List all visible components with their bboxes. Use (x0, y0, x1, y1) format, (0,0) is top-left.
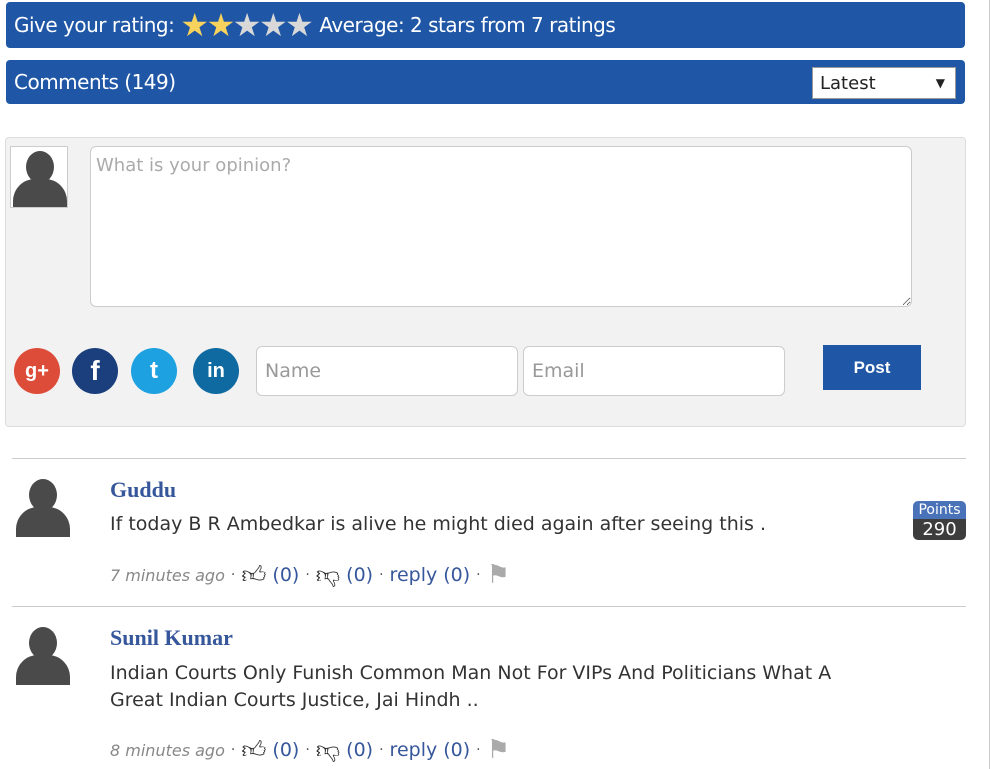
dislike-count[interactable]: (0) (346, 564, 373, 586)
points-badge: Points 290 (913, 501, 966, 540)
star-icon-5[interactable]: ★ (285, 9, 314, 41)
name-input[interactable] (256, 346, 518, 396)
like-count[interactable]: (0) (272, 564, 299, 586)
sort-selected-value: Latest (820, 72, 876, 94)
avatar (14, 475, 72, 537)
points-value: 290 (913, 519, 966, 540)
star-icon-1[interactable]: ★ (180, 9, 209, 41)
avatar (14, 623, 72, 685)
comment-time: 7 minutes ago (110, 565, 225, 585)
avatar (10, 146, 68, 208)
thumbs-up-icon[interactable]: 👍︎ (241, 736, 266, 765)
comment-item: Guddu If today B R Ambedkar is alive he … (12, 458, 966, 606)
comment-text: Indian Courts Only Funish Common Man Not… (110, 662, 832, 711)
thumbs-down-icon[interactable]: 👎︎ (316, 736, 340, 765)
flag-icon[interactable]: ⚑ (487, 735, 510, 765)
comments-title: Comments (149) (14, 70, 176, 94)
thumbs-up-icon[interactable]: 👍︎ (241, 561, 266, 590)
email-input[interactable] (523, 346, 785, 396)
comment-author[interactable]: Guddu (110, 477, 176, 503)
points-label: Points (913, 501, 966, 519)
rating-bar: Give your rating: ★ ★ ★ ★ ★ Average: 2 s… (6, 2, 965, 48)
rating-average: Average: 2 stars from 7 ratings (319, 13, 616, 37)
comments-header: Comments (149) Latest ▼ (6, 60, 965, 104)
flag-icon[interactable]: ⚑ (487, 560, 510, 590)
sort-select[interactable]: Latest ▼ (812, 67, 956, 99)
comment-item: Sunil Kumar Indian Courts Only Funish Co… (12, 606, 966, 769)
star-icon-4[interactable]: ★ (259, 9, 288, 41)
like-count[interactable]: (0) (272, 739, 299, 761)
comment-textarea[interactable] (90, 146, 912, 307)
page-edge-divider (989, 0, 990, 769)
rating-label: Give your rating: (14, 13, 175, 37)
dropdown-arrow-icon: ▼ (935, 76, 945, 90)
star-icon-2[interactable]: ★ (207, 9, 236, 41)
google-plus-icon[interactable]: g+ (14, 348, 60, 394)
dislike-count[interactable]: (0) (346, 739, 373, 761)
reply-link[interactable]: reply (0) (390, 564, 471, 586)
thumbs-down-icon[interactable]: 👎︎ (316, 561, 340, 590)
rating-stars[interactable]: ★ ★ ★ ★ ★ (180, 9, 314, 41)
comment-time: 8 minutes ago (110, 740, 225, 760)
star-icon-3[interactable]: ★ (233, 9, 262, 41)
comment-author[interactable]: Sunil Kumar (110, 625, 233, 651)
twitter-icon[interactable]: t (131, 348, 177, 394)
comment-text: If today B R Ambedkar is alive he might … (110, 513, 767, 535)
comment-form: g+ f t in Post (5, 137, 966, 427)
facebook-icon[interactable]: f (72, 348, 118, 394)
linkedin-icon[interactable]: in (193, 348, 239, 394)
post-button[interactable]: Post (823, 345, 921, 390)
reply-link[interactable]: reply (0) (390, 739, 471, 761)
